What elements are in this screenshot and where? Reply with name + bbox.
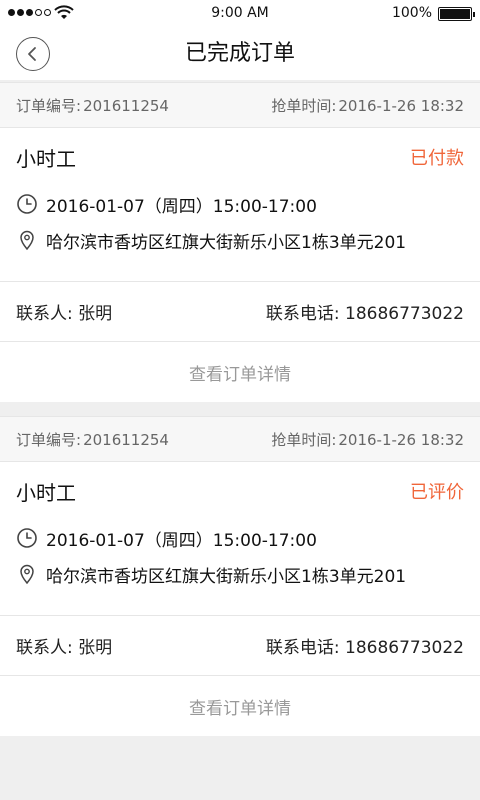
order-meta: 订单编号: 201611254 抢单时间: 2016-1-26 18:32 xyxy=(0,82,480,128)
order-body[interactable]: 小时工 已付款 2016-01-07（周四）15:00-17:00 哈尔滨市香坊… xyxy=(0,128,480,282)
view-order-detail-button[interactable]: 查看订单详情 xyxy=(0,342,480,402)
order-status-badge: 已评价 xyxy=(410,482,464,503)
contact-label: 联系人: xyxy=(16,304,73,324)
service-type: 小时工 xyxy=(16,146,76,171)
page-title: 已完成订单 xyxy=(184,41,295,66)
contact-phone[interactable]: 联系电话: 18686773022 xyxy=(266,633,464,658)
grab-time-value: 2016-1-26 18:32 xyxy=(338,96,464,115)
service-type: 小时工 xyxy=(16,480,76,505)
location-pin-icon xyxy=(20,230,34,251)
service-address: 哈尔滨市香坊区红旗大街新乐小区1栋3单元201 xyxy=(46,566,407,587)
service-time-row: 2016-01-07（周四）15:00-17:00 xyxy=(16,520,464,556)
location-pin-icon xyxy=(20,564,34,585)
view-order-detail-button[interactable]: 查看订单详情 xyxy=(0,676,480,736)
grab-time-label: 抢单时间: xyxy=(271,430,337,449)
grab-time-label: 抢单时间: xyxy=(271,96,337,115)
order-card: 订单编号: 201611254 抢单时间: 2016-1-26 18:32 小时工 … xyxy=(0,82,480,402)
grab-time-value: 2016-1-26 18:32 xyxy=(338,430,464,449)
service-datetime: 2016-01-07（周四）15:00-17:00 xyxy=(46,196,317,217)
battery-percent: 100% xyxy=(391,5,432,21)
contact-label: 联系人: xyxy=(16,638,73,658)
service-time-row: 2016-01-07（周四）15:00-17:00 xyxy=(16,186,464,222)
clock-icon xyxy=(17,194,37,214)
phone-number: 18686773022 xyxy=(345,638,464,658)
order-number: 订单编号: 201611254 xyxy=(16,429,169,450)
order-status-badge: 已付款 xyxy=(410,148,464,169)
contact-person: 联系人: 张明 xyxy=(16,299,112,324)
contact-person: 联系人: 张明 xyxy=(16,633,112,658)
order-meta: 订单编号: 201611254 抢单时间: 2016-1-26 18:32 xyxy=(0,416,480,462)
contact-row: 联系人: 张明 联系电话: 18686773022 xyxy=(0,282,480,342)
order-number-value: 201611254 xyxy=(83,96,169,115)
contact-row: 联系人: 张明 联系电话: 18686773022 xyxy=(0,616,480,676)
service-datetime: 2016-01-07（周四）15:00-17:00 xyxy=(46,530,317,551)
status-bar: 9:00 AM 100% xyxy=(0,0,480,28)
contact-phone[interactable]: 联系电话: 18686773022 xyxy=(266,299,464,324)
address-row: 哈尔滨市香坊区红旗大街新乐小区1栋3单元201 xyxy=(16,556,464,592)
contact-name: 张明 xyxy=(78,638,113,658)
service-address: 哈尔滨市香坊区红旗大街新乐小区1栋3单元201 xyxy=(46,232,407,253)
phone-label: 联系电话: xyxy=(265,304,340,324)
nav-bar: 已完成订单 xyxy=(0,28,480,80)
order-card: 订单编号: 201611254 抢单时间: 2016-1-26 18:32 小时工 … xyxy=(0,416,480,736)
phone-number: 18686773022 xyxy=(345,304,464,324)
contact-name: 张明 xyxy=(78,304,113,324)
order-number-label: 订单编号: xyxy=(16,96,82,115)
order-body[interactable]: 小时工 已评价 2016-01-07（周四）15:00-17:00 哈尔滨市香坊… xyxy=(0,462,480,616)
order-number: 订单编号: 201611254 xyxy=(16,95,169,116)
grab-time: 抢单时间: 2016-1-26 18:32 xyxy=(271,429,464,450)
grab-time: 抢单时间: 2016-1-26 18:32 xyxy=(271,95,464,116)
chevron-left-icon xyxy=(28,47,36,61)
order-number-label: 订单编号: xyxy=(16,430,82,449)
address-row: 哈尔滨市香坊区红旗大街新乐小区1栋3单元201 xyxy=(16,222,464,258)
phone-label: 联系电话: xyxy=(265,638,340,658)
back-button[interactable] xyxy=(16,37,50,71)
battery-icon xyxy=(438,7,475,21)
clock-icon xyxy=(17,528,37,548)
order-number-value: 201611254 xyxy=(83,430,169,449)
